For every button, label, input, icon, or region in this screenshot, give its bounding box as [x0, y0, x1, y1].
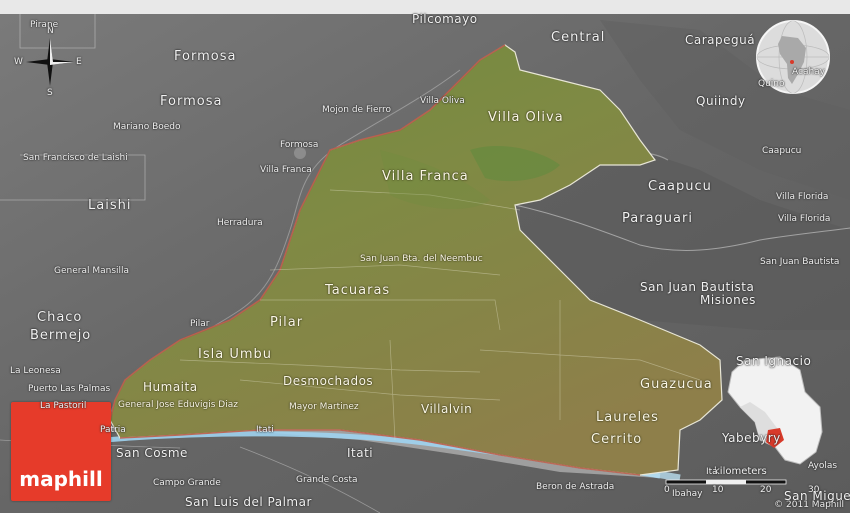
label-patria: Patria: [100, 425, 126, 435]
compass-rose: N S E W: [14, 26, 82, 98]
label-guazucua: Guazucua: [640, 377, 713, 392]
label-acahay: Acahay: [792, 67, 826, 77]
scale-tick-10: 10: [712, 485, 724, 495]
logo-text: maphill: [19, 467, 103, 491]
label-formosa-dept2: Formosa: [160, 94, 223, 109]
label-pilcomayo: Pilcomayo: [412, 12, 478, 26]
label-paraguari: Paraguari: [622, 211, 693, 226]
label-carapegua: Carapeguá: [685, 33, 756, 47]
scale-title: kilometers: [714, 466, 767, 477]
country-outline-icon: [727, 356, 823, 465]
label-cerrito: Cerrito: [591, 432, 643, 447]
label-beron-de-astrada: Beron de Astrada: [536, 482, 615, 492]
label-yabebyry: Yabebyry: [722, 431, 781, 445]
scale-tick-20: 20: [760, 485, 772, 495]
label-misiones: Misiones: [700, 293, 756, 307]
label-pilar-town: Pilar: [190, 319, 210, 329]
label-desmochados: Desmochados: [283, 374, 374, 388]
label-herradura: Herradura: [217, 218, 263, 228]
label-chaco: Chaco: [37, 310, 83, 325]
label-general-mansilla: General Mansilla: [54, 266, 130, 276]
label-laureles: Laureles: [596, 410, 659, 425]
label-caapucu-town: Caapucu: [762, 146, 802, 156]
scale-tick-0: 0: [664, 485, 670, 495]
label-formosa-city: Formosa: [280, 140, 319, 150]
label-san-luis-del-palmar: San Luis del Palmar: [185, 495, 312, 509]
label-quiindy: Quiindy: [696, 94, 746, 108]
label-villa-florida-1: Villa Florida: [776, 192, 829, 202]
label-mayor-martinez: Mayor Martinez: [289, 402, 359, 412]
label-villa-oliva-dept: Villa Oliva: [488, 110, 564, 125]
label-san-ignacio: San Ignacio: [736, 354, 812, 368]
label-la-leonesa: La Leonesa: [10, 366, 61, 376]
label-central: Central: [551, 30, 606, 45]
label-san-miguel: San Miguel: [784, 489, 850, 503]
label-san-cosme: San Cosme: [116, 446, 188, 460]
label-villalvin: Villalvin: [421, 402, 473, 416]
label-humaita: Humaita: [143, 380, 198, 394]
label-san-francisco-de-laishi: San Francisco de Laishi: [23, 153, 128, 163]
label-la-pastoril: La Pastoril: [40, 401, 87, 411]
label-caapucu-dept: Caapucu: [648, 179, 712, 194]
label-mojon-de-fierro: Mojon de Fierro: [322, 105, 392, 115]
label-campo-grande: Campo Grande: [153, 478, 221, 488]
label-san-juan-bautista-misiones: San Juan Bautista: [640, 280, 755, 294]
label-laishi: Laishi: [88, 198, 132, 213]
label-tacuaras: Tacuaras: [325, 283, 391, 298]
label-villa-florida-2: Villa Florida: [778, 214, 831, 224]
label-grande-costa: Grande Costa: [296, 475, 358, 485]
label-isla-umbu: Isla Umbu: [198, 347, 272, 362]
compass-w: W: [14, 57, 23, 67]
label-ita: Ita: [706, 467, 718, 477]
maphill-logo[interactable]: maphill: [11, 402, 111, 501]
label-bermejo: Bermejo: [30, 328, 92, 343]
compass-s: S: [47, 88, 53, 98]
label-villa-oliva-town: Villa Oliva: [420, 96, 465, 106]
label-itati-small: Itati: [256, 425, 274, 435]
label-san-juan-bta-neembuc: San Juan Bta. del Neembuc: [360, 254, 483, 264]
label-villa-franca-dept: Villa Franca: [382, 169, 469, 184]
compass-e: E: [76, 57, 82, 67]
label-general-jose-eduvigis-diaz: General Jose Eduvigis Diaz: [118, 400, 238, 410]
label-ibahay: Ibahay: [672, 489, 703, 499]
country-inset-map: [720, 352, 830, 472]
label-puerto-las-palmas: Puerto Las Palmas: [28, 384, 111, 394]
label-quino: Quino: [758, 79, 785, 89]
label-pirane: Pirane: [30, 20, 59, 30]
label-pilar: Pilar: [270, 315, 304, 330]
label-san-juan-bautista-town: San Juan Bautista: [760, 257, 840, 267]
label-mariano-boedo: Mariano Boedo: [113, 122, 181, 132]
map-canvas[interactable]: N S E W maphill kilometers 0 10 20 30 © …: [0, 0, 850, 513]
compass-icon: [26, 38, 74, 86]
label-ayolas: Ayolas: [808, 461, 838, 471]
label-formosa-dept: Formosa: [174, 49, 237, 64]
label-villa-franca-town: Villa Franca: [260, 165, 312, 175]
label-itati: Itati: [347, 446, 374, 460]
